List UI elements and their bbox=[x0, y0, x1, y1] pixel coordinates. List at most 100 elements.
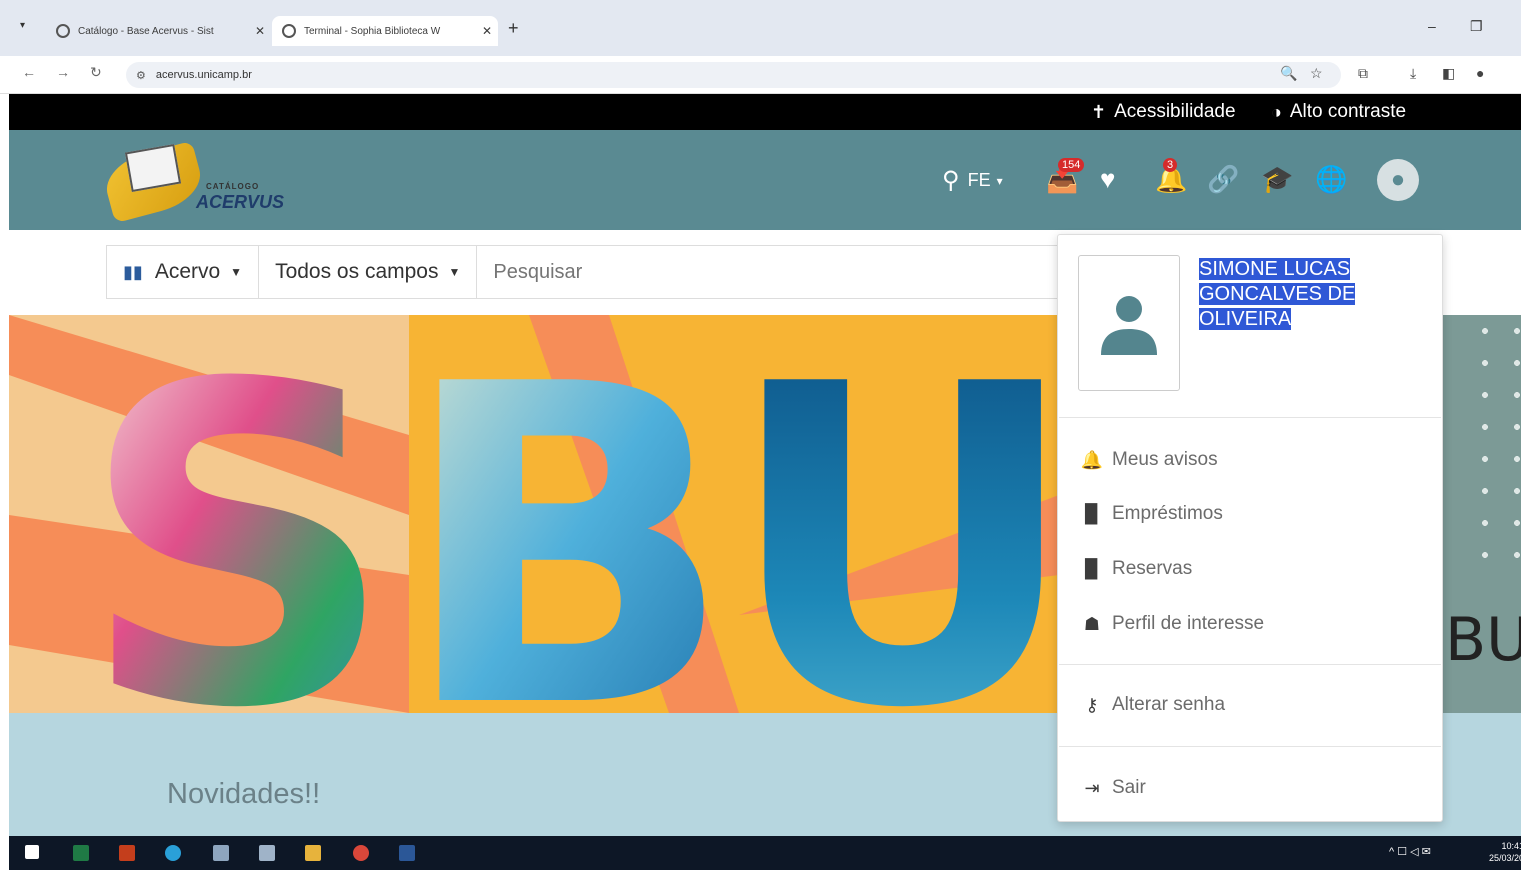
unit-label: FE bbox=[967, 170, 991, 190]
minimize-button[interactable]: – bbox=[1428, 18, 1436, 34]
menu-item-reservations[interactable]: ▉ Reservas bbox=[1080, 558, 1192, 580]
scope-dropdown[interactable]: ▮▮ Acervo ▼ bbox=[107, 246, 260, 298]
loans-button[interactable]: 📥 154 bbox=[1046, 158, 1085, 195]
tab-search-icon[interactable]: ▾ bbox=[20, 20, 25, 31]
menu-item-change-password[interactable]: ⚷ Alterar senha bbox=[1080, 694, 1225, 716]
sidepanel-icon[interactable]: ◧ bbox=[1442, 65, 1455, 82]
map-pin-icon: ⚲ bbox=[942, 167, 960, 194]
close-icon[interactable]: ✕ bbox=[249, 24, 271, 38]
contrast-label: Alto contraste bbox=[1289, 101, 1407, 122]
divider bbox=[1059, 664, 1441, 665]
books-icon: ▮▮ bbox=[123, 261, 143, 282]
menu-item-label: Empréstimos bbox=[1112, 503, 1223, 524]
chevron-down-icon: ▾ bbox=[996, 173, 1003, 188]
logout-icon: ⇥ bbox=[1084, 777, 1100, 798]
chevron-down-icon: ▼ bbox=[230, 265, 243, 279]
notifications-button[interactable]: 🔔 3 bbox=[1155, 158, 1187, 195]
clock-date: 25/03/20 bbox=[1489, 853, 1521, 863]
menu-item-label: Meus avisos bbox=[1112, 449, 1218, 470]
banner-dots bbox=[1469, 315, 1521, 565]
acervus-logo[interactable]: CATÁLOGO ACERVUS bbox=[99, 140, 306, 224]
bookmark-document-icon: ▉ bbox=[1085, 558, 1099, 579]
maximize-button[interactable]: ❐ bbox=[1470, 18, 1483, 35]
app-icon[interactable] bbox=[259, 845, 275, 861]
field-dropdown[interactable]: Todos os campos ▼ bbox=[259, 246, 478, 298]
back-icon[interactable]: ← bbox=[22, 64, 36, 80]
user-name-line: SIMONE LUCAS bbox=[1199, 258, 1351, 280]
graduation-cap-icon: 🎓 bbox=[1261, 164, 1294, 194]
accessibility-label: Acessibilidade bbox=[1114, 101, 1236, 122]
user-photo bbox=[1078, 255, 1180, 391]
accessibility-link[interactable]: ✝ Acessibilidade bbox=[1091, 101, 1236, 123]
menu-item-notices[interactable]: 🔔 Meus avisos bbox=[1080, 449, 1218, 471]
contrast-icon: ◑ bbox=[1271, 101, 1282, 122]
education-button[interactable]: 🎓 bbox=[1261, 164, 1293, 195]
clock[interactable]: 10:41 25/03/20 bbox=[1489, 840, 1521, 864]
novidades-heading: Novidades!! bbox=[167, 778, 321, 810]
system-tray[interactable]: ^ ☐ ◁ ✉ bbox=[1389, 845, 1431, 858]
user-icon bbox=[1101, 296, 1157, 355]
excel-icon[interactable] bbox=[73, 845, 89, 861]
tab-catalogo[interactable]: Catálogo - Base Acervus - Sist ✕ bbox=[46, 16, 271, 46]
logo-subtitle: CATÁLOGO bbox=[206, 182, 260, 191]
word-icon[interactable] bbox=[399, 845, 415, 861]
forward-icon[interactable]: → bbox=[56, 64, 70, 80]
menu-item-loans[interactable]: ▉ Empréstimos bbox=[1080, 503, 1223, 525]
links-button[interactable]: 🔗 bbox=[1207, 164, 1239, 195]
globe-icon bbox=[56, 24, 70, 38]
reader-icon: ☗ bbox=[1083, 613, 1101, 634]
field-label: Todos os campos bbox=[275, 260, 439, 283]
profile-icon[interactable]: ● bbox=[1476, 65, 1484, 81]
tab-title: Terminal - Sophia Biblioteca W bbox=[304, 25, 441, 37]
new-tab-button[interactable]: + bbox=[508, 18, 519, 39]
language-button[interactable]: 🌐 bbox=[1315, 164, 1347, 195]
user-icon: ● bbox=[1390, 166, 1406, 193]
document-icon: ▉ bbox=[1085, 503, 1099, 524]
favorites-button[interactable]: ♥ bbox=[1100, 164, 1115, 195]
site-settings-icon[interactable]: ⚙ bbox=[136, 69, 146, 82]
chevron-down-icon: ▼ bbox=[448, 265, 461, 279]
letter-s: S bbox=[79, 315, 396, 713]
notifications-badge: 3 bbox=[1163, 158, 1178, 172]
url-field[interactable]: ⚙ acervus.unicamp.br bbox=[126, 62, 1341, 88]
menu-item-label: Alterar senha bbox=[1112, 694, 1226, 715]
edge-icon[interactable] bbox=[165, 845, 181, 861]
powerpoint-icon[interactable] bbox=[119, 845, 135, 861]
file-explorer-icon[interactable] bbox=[305, 845, 321, 861]
reload-icon[interactable]: ↻ bbox=[90, 64, 102, 81]
search-bar: ▮▮ Acervo ▼ Todos os campos ▼ bbox=[106, 245, 1106, 299]
menu-item-logout[interactable]: ⇥ Sair bbox=[1080, 777, 1146, 799]
zoom-icon[interactable]: 🔍 bbox=[1280, 65, 1297, 82]
scope-label: Acervo bbox=[154, 260, 221, 283]
app-icon[interactable] bbox=[213, 845, 229, 861]
close-icon[interactable]: ✕ bbox=[476, 24, 498, 38]
user-menu-button[interactable]: ● bbox=[1377, 159, 1419, 201]
heart-icon: ♥ bbox=[1100, 164, 1116, 194]
unit-selector[interactable]: ⚲ FE ▾ bbox=[942, 166, 1003, 195]
extensions-icon[interactable]: ⧉ bbox=[1358, 65, 1368, 82]
accessibility-icon: ✝ bbox=[1091, 101, 1107, 122]
user-name-line: OLIVEIRA bbox=[1199, 308, 1292, 330]
menu-item-interest-profile[interactable]: ☗ Perfil de interesse bbox=[1080, 613, 1264, 635]
download-icon[interactable]: ⤓ bbox=[1410, 65, 1416, 82]
user-name-line: GONCALVES DE bbox=[1199, 283, 1356, 305]
tab-terminal[interactable]: Terminal - Sophia Biblioteca W ✕ bbox=[272, 16, 498, 46]
globe-icon: 🌐 bbox=[1315, 164, 1348, 194]
divider bbox=[1059, 746, 1441, 747]
letter-u: U bbox=[724, 315, 1081, 713]
windows-start-icon[interactable] bbox=[25, 845, 39, 859]
high-contrast-link[interactable]: ◑ Alto contraste bbox=[1271, 101, 1406, 123]
logo-book bbox=[124, 143, 182, 193]
windows-taskbar: ^ ☐ ◁ ✉ 10:41 25/03/20 bbox=[9, 836, 1521, 870]
menu-item-label: Perfil de interesse bbox=[1112, 613, 1265, 634]
logo-name: ACERVUS bbox=[196, 192, 285, 212]
sbu-logo-text: BU bbox=[1445, 605, 1521, 675]
menu-item-label: Reservas bbox=[1112, 558, 1193, 579]
globe-icon bbox=[282, 24, 296, 38]
chrome-icon[interactable] bbox=[353, 845, 369, 861]
bookmark-star-icon[interactable]: ☆ bbox=[1310, 65, 1323, 82]
menu-item-label: Sair bbox=[1112, 777, 1146, 798]
user-dropdown-menu: SIMONE LUCAS GONCALVES DE OLIVEIRA 🔔 Meu… bbox=[1057, 234, 1443, 822]
divider bbox=[1059, 417, 1441, 418]
search-input[interactable] bbox=[477, 246, 1105, 298]
